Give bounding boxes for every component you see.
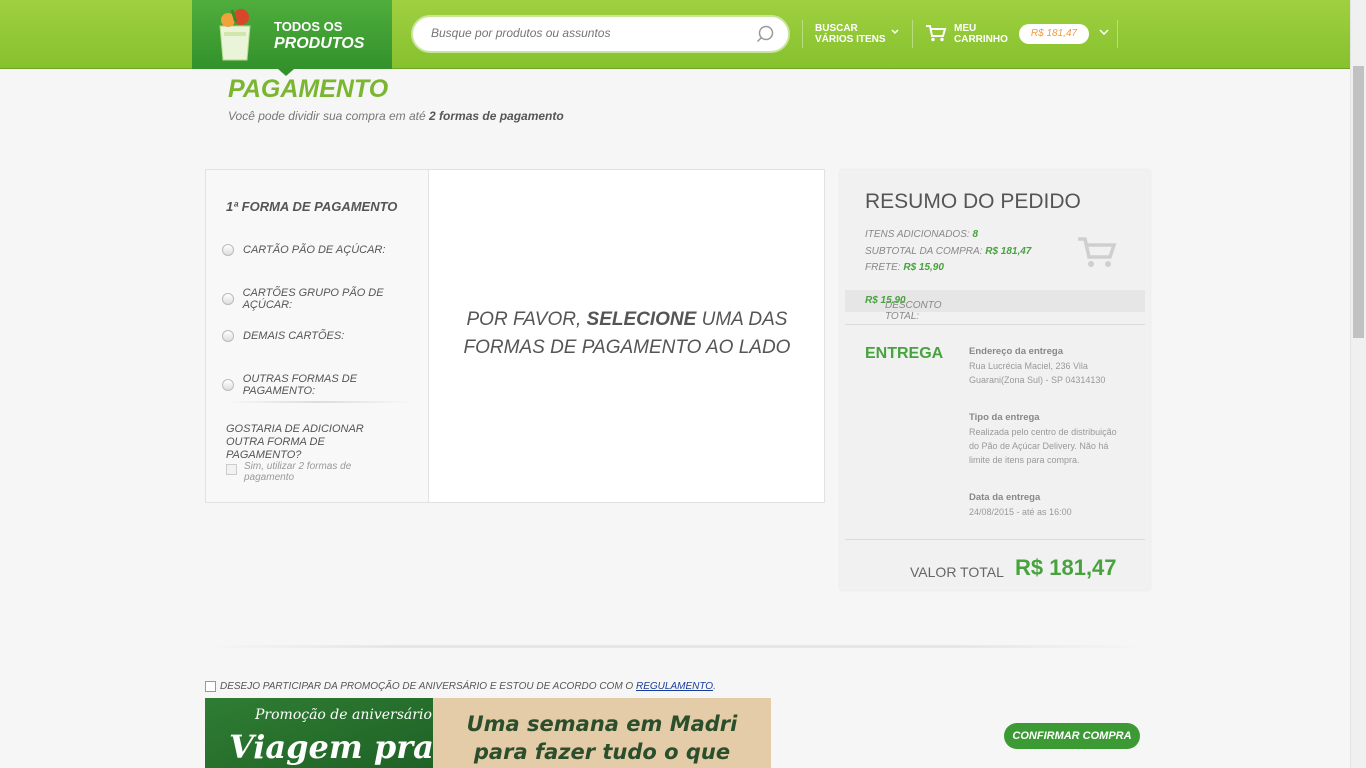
cart-icon bbox=[1078, 237, 1117, 267]
option-cartao-pao-de-acucar[interactable]: CARTÃO PÃO DE AÇÚCAR: bbox=[222, 244, 385, 256]
cart-line2: CARRINHO bbox=[954, 34, 1008, 45]
promo-agreement[interactable]: DESEJO PARTICIPAR DA PROMOÇÃO DE ANIVERS… bbox=[205, 681, 716, 692]
header-divider bbox=[802, 20, 803, 48]
subtotal-value: R$ 181,47 bbox=[985, 246, 1032, 257]
total-value: R$ 181,47 bbox=[1015, 555, 1117, 580]
buscar-varios-itens[interactable]: BUSCAR VÁRIOS ITENS bbox=[815, 23, 899, 45]
option-label: OUTRAS FORMAS DE PAGAMENTO: bbox=[242, 373, 358, 397]
search-box[interactable] bbox=[411, 15, 790, 53]
option-label: DEMAIS CARTÕES: bbox=[243, 330, 345, 342]
date-label: Data da entrega bbox=[969, 492, 1041, 503]
option-outras-formas[interactable]: OUTRAS FORMAS DE PAGAMENTO: bbox=[222, 373, 428, 397]
search-input[interactable] bbox=[431, 26, 731, 40]
option-label: CARTÃO PÃO DE AÇÚCAR: bbox=[243, 244, 386, 256]
delivery-date: Data da entrega 24/08/2015 - até as 16:0… bbox=[969, 491, 1119, 519]
payment-heading: 1ª FORMA DE PAGAMENTO bbox=[226, 199, 398, 214]
chevron-down-icon[interactable] bbox=[1099, 29, 1109, 35]
buscar-line1: BUSCAR bbox=[815, 23, 858, 34]
order-summary: RESUMO DO PEDIDO ITENS ADICIONADOS: 8 SU… bbox=[840, 170, 1150, 590]
cart-line1: MEU bbox=[954, 23, 977, 34]
cart-amount-badge[interactable]: R$ 181,47 bbox=[1019, 24, 1089, 44]
divider bbox=[845, 324, 1145, 325]
header-divider bbox=[912, 20, 913, 48]
radio-button[interactable] bbox=[222, 244, 234, 256]
banner-message: Uma semana em Madri para fazer tudo o qu… bbox=[466, 712, 738, 764]
regulamento-link[interactable]: REGULAMENTO bbox=[636, 681, 713, 692]
checkbox-label: Sim, utilizar 2 formas de pagamento bbox=[244, 461, 352, 483]
shipping-label: FRETE: bbox=[865, 262, 901, 273]
subtotal: SUBTOTAL DA COMPRA: R$ 181,47 bbox=[865, 246, 1031, 257]
option-cartoes-grupo[interactable]: CARTÕES GRUPO PÃO DE AÇÚCAR: bbox=[222, 287, 428, 311]
divider bbox=[845, 539, 1145, 540]
banner-headline: Viagem pra bbox=[229, 728, 434, 766]
payment-panel: 1ª FORMA DE PAGAMENTO CARTÃO PÃO DE AÇÚC… bbox=[205, 169, 825, 503]
all-products-line1: TODOS OS bbox=[274, 19, 343, 34]
all-products-line2: PRODUTOS bbox=[274, 35, 365, 52]
type-label: Tipo da entrega bbox=[969, 412, 1040, 423]
promo-banner[interactable]: Promoção de aniversário Viagem pra Uma s… bbox=[205, 698, 771, 768]
delivery-type: Tipo da entrega Realizada pelo centro de… bbox=[969, 411, 1119, 467]
total-label: VALOR TOTAL bbox=[910, 564, 1004, 580]
promo-period: . bbox=[713, 681, 716, 692]
total-discount: DESCONTO TOTAL: R$ 15.90 bbox=[845, 290, 1145, 322]
option-demais-cartoes[interactable]: DEMAIS CARTÕES: bbox=[222, 330, 344, 342]
divider bbox=[205, 645, 1145, 648]
cart-icon[interactable] bbox=[925, 24, 947, 42]
discount-label: DESCONTO TOTAL: bbox=[885, 300, 942, 322]
items-value: 8 bbox=[972, 229, 978, 240]
banner-title: Promoção de aniversário bbox=[255, 707, 432, 723]
items-added: ITENS ADICIONADOS: 8 bbox=[865, 229, 978, 240]
message-pre: POR FAVOR, bbox=[466, 309, 582, 330]
scrollbar[interactable] bbox=[1350, 0, 1366, 768]
address-value: Rua Lucrécia Maciel, 236 Vila Guarani(Zo… bbox=[969, 361, 1106, 385]
date-value: 24/08/2015 - até as 16:00 bbox=[969, 507, 1072, 517]
promo-checkbox[interactable] bbox=[205, 681, 216, 692]
shipping: FRETE: R$ 15,90 bbox=[865, 262, 944, 273]
address-label: Endereço da entrega bbox=[969, 346, 1063, 357]
chevron-down-icon bbox=[891, 29, 899, 35]
confirm-purchase-button[interactable]: CONFIRMAR COMPRA bbox=[1004, 723, 1140, 749]
page-subtitle: Você pode dividir sua compra em até 2 fo… bbox=[228, 109, 564, 123]
add-payment-question: GOSTARIA DE ADICIONAR OUTRA FORMA DE PAG… bbox=[226, 423, 364, 461]
scrollbar-thumb[interactable] bbox=[1353, 66, 1364, 338]
radio-button[interactable] bbox=[222, 293, 234, 305]
top-bar: TODOS OS PRODUTOS BUSCAR VÁRIOS ITENS ME… bbox=[0, 0, 1350, 76]
search-icon[interactable] bbox=[756, 25, 774, 43]
shopping-bag-icon bbox=[219, 9, 251, 61]
shipping-value: R$ 15,90 bbox=[903, 262, 944, 273]
type-value: Realizada pelo centro de distribuição do… bbox=[969, 427, 1117, 465]
header-divider bbox=[1117, 20, 1118, 48]
buscar-line2: VÁRIOS ITENS bbox=[815, 34, 886, 45]
summary-title: RESUMO DO PEDIDO bbox=[865, 190, 1081, 213]
divider bbox=[226, 401, 411, 403]
subtotal-label: SUBTOTAL DA COMPRA: bbox=[865, 246, 983, 257]
subtitle-prefix: Você pode dividir sua compra em até bbox=[228, 109, 426, 123]
subtitle-bold: 2 formas de pagamento bbox=[429, 109, 564, 123]
meu-carrinho[interactable]: MEU CARRINHO bbox=[954, 23, 1008, 45]
promo-text: DESEJO PARTICIPAR DA PROMOÇÃO DE ANIVERS… bbox=[220, 681, 634, 692]
items-label: ITENS ADICIONADOS: bbox=[865, 229, 970, 240]
radio-button[interactable] bbox=[222, 330, 234, 342]
select-payment-message: POR FAVOR, SELECIONE UMA DAS FORMAS DE P… bbox=[429, 306, 825, 362]
message-bold: SELECIONE bbox=[586, 309, 697, 330]
page-title: PAGAMENTO bbox=[228, 75, 389, 103]
delivery-address: Endereço da entrega Rua Lucrécia Maciel,… bbox=[969, 345, 1119, 387]
radio-button[interactable] bbox=[222, 379, 234, 391]
checkbox[interactable] bbox=[226, 464, 237, 475]
option-label: CARTÕES GRUPO PÃO DE AÇÚCAR: bbox=[242, 287, 384, 311]
all-products-menu[interactable]: TODOS OS PRODUTOS bbox=[192, 0, 392, 76]
two-payments-checkbox[interactable]: Sim, utilizar 2 formas de pagamento bbox=[226, 461, 376, 483]
payment-options: 1ª FORMA DE PAGAMENTO CARTÃO PÃO DE AÇÚC… bbox=[206, 170, 429, 502]
delivery-heading: ENTREGA bbox=[865, 345, 944, 362]
